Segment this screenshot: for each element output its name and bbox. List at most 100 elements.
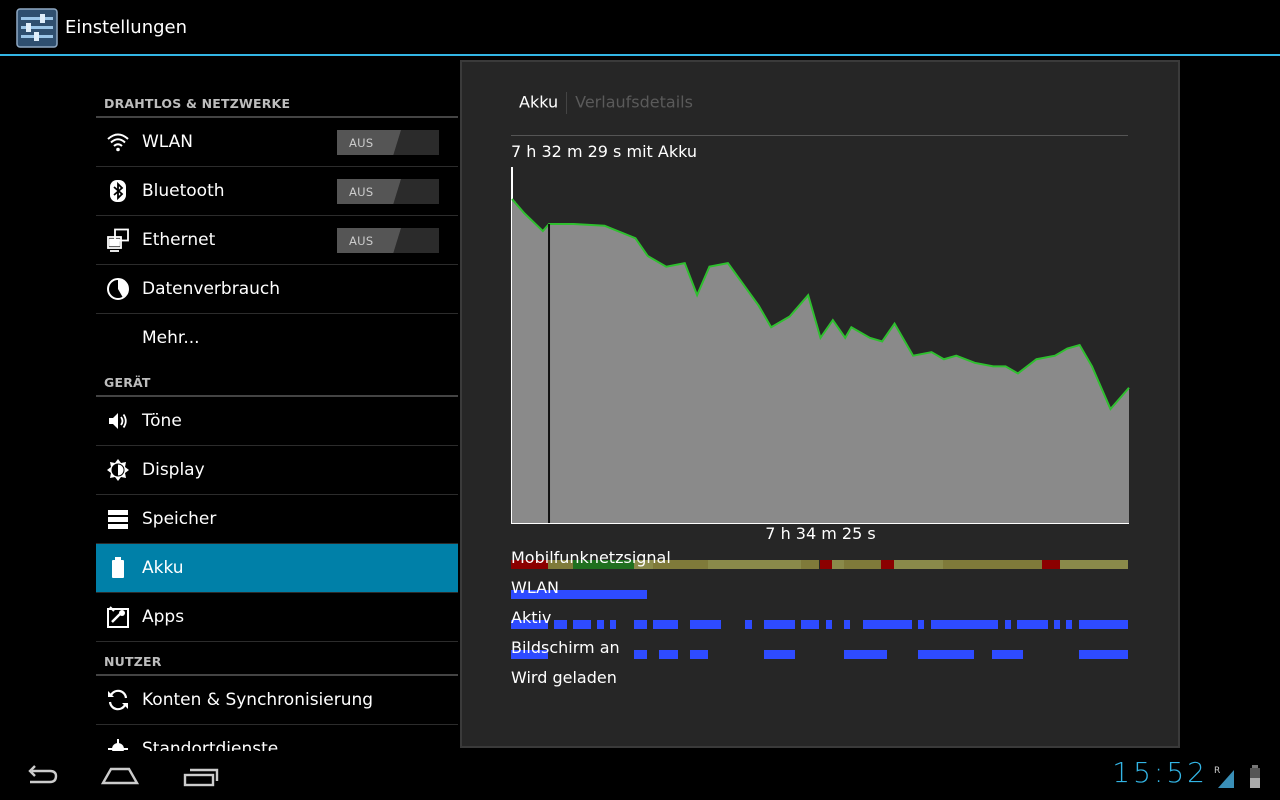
toggle-label: AUS — [349, 234, 374, 248]
active-segment — [634, 620, 647, 629]
mobile-signal-segment — [893, 560, 943, 569]
brightness-icon — [106, 458, 130, 482]
wlan-toggle[interactable]: AUS — [337, 130, 439, 155]
row-label-active: Aktiv — [511, 608, 552, 627]
screen-on-segment — [763, 650, 795, 659]
panel-tabs: Akku Verlaufsdetails — [519, 92, 693, 114]
active-segment — [1004, 620, 1011, 629]
row-label-wlan: WLAN — [511, 578, 560, 597]
action-bar: Einstellungen — [0, 0, 1280, 56]
mobile-signal-segment — [800, 560, 820, 569]
active-segment — [862, 620, 913, 629]
location-icon — [106, 737, 130, 751]
active-segment — [689, 620, 721, 629]
menu-item-bluetooth[interactable]: Bluetooth AUS — [96, 167, 458, 216]
active-segment — [763, 620, 795, 629]
active-segment — [844, 620, 851, 629]
active-segment — [572, 620, 592, 629]
menu-item-location[interactable]: Standortdienste — [96, 725, 458, 751]
menu-item-label: Display — [142, 460, 205, 480]
active-segment — [1066, 620, 1073, 629]
navigation-bar: 15:52 R — [0, 752, 1280, 800]
roaming-indicator: R — [1214, 766, 1220, 776]
row-label-charging: Wird geladen — [511, 668, 617, 687]
active-segment — [597, 620, 604, 629]
active-segment — [745, 620, 752, 629]
menu-item-label: Datenverbrauch — [142, 279, 281, 299]
row-label-screen-on: Bildschirm an — [511, 638, 620, 657]
menu-item-label: Akku — [142, 558, 184, 578]
menu-item-apps[interactable]: Apps — [96, 593, 458, 642]
battery-icon — [106, 556, 130, 580]
mobile-signal-segment — [881, 560, 894, 569]
signal-strength-icon — [1218, 770, 1234, 788]
menu-item-label: Töne — [142, 411, 182, 431]
menu-item-label: Speicher — [142, 509, 217, 529]
data-usage-icon — [106, 277, 130, 301]
active-segment — [609, 620, 616, 629]
menu-item-sound[interactable]: Töne — [96, 397, 458, 446]
section-header-device: GERÄT — [96, 363, 458, 397]
menu-item-label: WLAN — [142, 132, 194, 152]
apps-icon — [106, 605, 130, 629]
screen-on-segment — [918, 650, 974, 659]
storage-icon — [106, 507, 130, 531]
app-title: Einstellungen — [65, 17, 188, 38]
mobile-signal-segment — [942, 560, 1042, 569]
tab-verlaufsdetails[interactable]: Verlaufsdetails — [575, 93, 693, 112]
screen-on-segment — [844, 650, 888, 659]
settings-sliders-icon[interactable] — [16, 8, 58, 48]
menu-item-storage[interactable]: Speicher — [96, 495, 458, 544]
screen-on-segment — [1078, 650, 1128, 659]
menu-item-wlan[interactable]: WLAN AUS — [96, 118, 458, 167]
status-icons[interactable]: R — [1214, 762, 1268, 790]
toggle-label: AUS — [349, 136, 374, 150]
mobile-signal-segment — [708, 560, 801, 569]
status-clock[interactable]: 15:52 — [1112, 756, 1208, 789]
wifi-icon — [106, 130, 130, 154]
divider — [511, 135, 1128, 136]
menu-item-label: Mehr... — [142, 328, 200, 348]
recent-apps-icon[interactable] — [182, 758, 222, 794]
menu-item-ethernet[interactable]: Ethernet AUS — [96, 216, 458, 265]
screen-on-segment — [634, 650, 647, 659]
bluetooth-icon — [106, 179, 130, 203]
toggle-label: AUS — [349, 185, 374, 199]
mobile-signal-segment — [1041, 560, 1061, 569]
bluetooth-toggle[interactable]: AUS — [337, 179, 439, 204]
back-icon[interactable] — [22, 758, 62, 794]
menu-item-label: Ethernet — [142, 230, 216, 250]
signal-bars: Mobilfunknetzsignal WLAN Aktiv Bildschir… — [511, 548, 1130, 688]
speaker-icon — [106, 409, 130, 433]
menu-item-label: Bluetooth — [142, 181, 225, 201]
mobile-signal-segment — [844, 560, 882, 569]
active-segment — [1016, 620, 1048, 629]
menu-item-display[interactable]: Display — [96, 446, 458, 495]
ethernet-toggle[interactable]: AUS — [337, 228, 439, 253]
chart-xlabel: 7 h 34 m 25 s — [765, 524, 876, 543]
mobile-signal-segment — [1060, 560, 1128, 569]
menu-item-label: Apps — [142, 607, 185, 627]
home-icon[interactable] — [100, 758, 140, 794]
active-segment — [652, 620, 678, 629]
screen-on-segment — [689, 650, 709, 659]
menu-item-more[interactable]: Mehr... — [96, 314, 458, 363]
battery-panel: Akku Verlaufsdetails 7 h 32 m 29 s mit Ak… — [460, 60, 1180, 748]
sync-icon — [106, 688, 130, 712]
active-segment — [1053, 620, 1061, 629]
battery-history-chart — [511, 167, 1130, 524]
settings-menu: DRAHTLOS & NETZWERKE WLAN AUS Bluetooth … — [96, 84, 458, 751]
active-segment — [825, 620, 832, 629]
menu-item-battery[interactable]: Akku — [96, 544, 458, 593]
menu-item-label: Konten & Synchronisierung — [142, 690, 374, 710]
menu-item-accounts-sync[interactable]: Konten & Synchronisierung — [96, 676, 458, 725]
active-segment — [1078, 620, 1128, 629]
time-on-battery: 7 h 32 m 29 s mit Akku — [511, 142, 697, 161]
row-label-mobile-signal: Mobilfunknetzsignal — [511, 548, 671, 567]
tab-akku[interactable]: Akku — [519, 93, 558, 112]
screen-on-segment — [659, 650, 678, 659]
menu-item-data-usage[interactable]: Datenverbrauch — [96, 265, 458, 314]
screen-on-segment — [992, 650, 1024, 659]
menu-item-label: Standortdienste — [142, 739, 279, 751]
section-header-user: NUTZER — [96, 642, 458, 676]
